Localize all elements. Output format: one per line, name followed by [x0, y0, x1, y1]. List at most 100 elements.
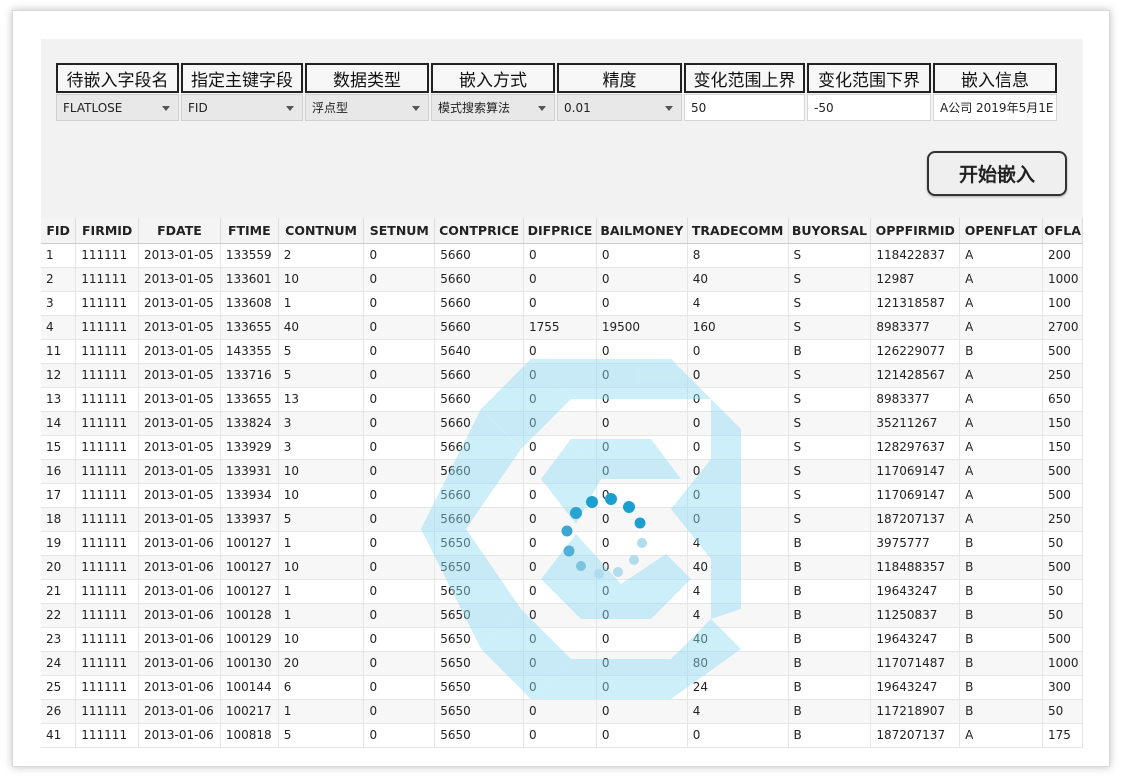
data-table-container[interactable]: FID FIRMID FDATE FTIME CONTNUM SETNUM CONTPRIC… — [41, 218, 1083, 757]
column-header-contprice[interactable]: CONTPRICE — [434, 218, 525, 244]
column-header-oppfirmid[interactable]: OPPFIRMID — [870, 218, 961, 244]
upper-bound-input[interactable]: 50 — [684, 94, 805, 121]
cell-contprice: 5650 — [434, 699, 525, 724]
cell-fid: 26 — [41, 699, 77, 724]
column-header-contnum[interactable]: CONTNUM — [278, 218, 365, 244]
cell-tradecomm: 4 — [687, 699, 789, 724]
table-row[interactable]: 15 111111 2013-01-05 133929 3 0 5660 0 0 0 S 128297… — [41, 435, 1083, 460]
cell-firmid: 111111 — [75, 699, 140, 724]
cell-fid: 12 — [41, 363, 77, 388]
dropdown-caret-icon — [286, 106, 294, 111]
cell-difprice: 0 — [523, 363, 597, 388]
table-row[interactable]: 20 111111 2013-01-06 100127 10 0 5650 0 0 40 B 1184… — [41, 555, 1083, 580]
table-row[interactable]: 11 111111 2013-01-05 143355 5 0 5640 0 0 0 B 126229… — [41, 339, 1083, 364]
data-type-select[interactable]: 浮点型 — [305, 94, 429, 121]
cell-contnum: 5 — [278, 363, 365, 388]
start-embed-button[interactable]: 开始嵌入 — [927, 151, 1067, 196]
cell-buyorsal: B — [788, 627, 872, 652]
table-body: 1 111111 2013-01-05 133559 2 0 5660 0 0 8 S 1184228… — [41, 243, 1083, 748]
cell-difprice: 0 — [523, 579, 597, 604]
cell-openflat: A — [959, 411, 1043, 436]
cell-tradecomm: 0 — [687, 435, 789, 460]
column-header-ofla[interactable]: OFLA — [1042, 218, 1083, 244]
table-row[interactable]: 41 111111 2013-01-06 100818 5 0 5650 0 0 0 B 187207… — [41, 723, 1083, 748]
column-header-fid[interactable]: FID — [41, 218, 77, 244]
cell-oppfirmid: 11250837 — [870, 603, 961, 628]
cell-firmid: 111111 — [75, 627, 140, 652]
table-row[interactable]: 18 111111 2013-01-05 133937 5 0 5660 0 0 0 S 187207… — [41, 507, 1083, 532]
precision-select[interactable]: 0.01 — [557, 94, 682, 121]
cell-contnum: 1 — [278, 699, 365, 724]
column-header-setnum[interactable]: SETNUM — [363, 218, 436, 244]
cell-contnum: 10 — [278, 459, 365, 484]
cell-fid: 14 — [41, 411, 77, 436]
cell-fid: 11 — [41, 339, 77, 364]
primary-key-select[interactable]: FID — [181, 94, 303, 121]
cell-contnum: 10 — [278, 483, 365, 508]
cell-difprice: 0 — [523, 411, 597, 436]
column-header-bailmoney[interactable]: BAILMONEY — [596, 218, 688, 244]
cell-ofla: 50 — [1042, 699, 1083, 724]
cell-setnum: 0 — [363, 339, 436, 364]
cell-ofla: 50 — [1042, 531, 1083, 556]
cell-bailmoney: 0 — [596, 291, 688, 316]
table-row[interactable]: 19 111111 2013-01-06 100127 1 0 5650 0 0 4 B 397577… — [41, 531, 1083, 556]
table-row[interactable]: 12 111111 2013-01-05 133716 5 0 5660 0 0 0 S 121428… — [41, 363, 1083, 388]
column-header-difprice[interactable]: DIFPRICE — [523, 218, 597, 244]
column-header-openflat[interactable]: OPENFLAT — [959, 218, 1043, 244]
header-lower-bound: 变化范围下界 — [807, 63, 931, 93]
column-header-tradecomm[interactable]: TRADECOMM — [687, 218, 789, 244]
cell-bailmoney: 0 — [596, 627, 688, 652]
cell-fid: 41 — [41, 723, 77, 748]
column-header-firmid[interactable]: FIRMID — [75, 218, 140, 244]
embed-method-select[interactable]: 模式搜索算法 — [431, 94, 555, 121]
embed-info-input[interactable]: A公司 2019年5月1E — [933, 94, 1057, 121]
cell-buyorsal: S — [788, 315, 872, 340]
table-row[interactable]: 26 111111 2013-01-06 100217 1 0 5650 0 0 4 B 117218… — [41, 699, 1083, 724]
cell-fid: 22 — [41, 603, 77, 628]
field-name-select[interactable]: FLATLOSE — [56, 94, 179, 121]
table-row[interactable]: 3 111111 2013-01-05 133608 1 0 5660 0 0 4 S 1213185… — [41, 291, 1083, 316]
cell-fdate: 2013-01-05 — [138, 243, 221, 268]
cell-fdate: 2013-01-06 — [138, 699, 221, 724]
cell-fid: 17 — [41, 483, 77, 508]
lower-bound-input[interactable]: -50 — [807, 94, 931, 121]
table-row[interactable]: 1 111111 2013-01-05 133559 2 0 5660 0 0 8 S 1184228… — [41, 243, 1083, 268]
table-row[interactable]: 21 111111 2013-01-06 100127 1 0 5650 0 0 4 B 196432… — [41, 579, 1083, 604]
cell-contprice: 5640 — [434, 339, 525, 364]
cell-difprice: 0 — [523, 675, 597, 700]
header-upper-bound: 变化范围上界 — [684, 63, 805, 93]
table-row[interactable]: 23 111111 2013-01-06 100129 10 0 5650 0 0 40 B 1964… — [41, 627, 1083, 652]
cell-contnum: 20 — [278, 651, 365, 676]
cell-openflat: B — [959, 579, 1043, 604]
cell-oppfirmid: 117069147 — [870, 483, 961, 508]
table-row[interactable]: 22 111111 2013-01-06 100128 1 0 5650 0 0 4 B 112508… — [41, 603, 1083, 628]
cell-ofla: 1000 — [1042, 651, 1083, 676]
table-row[interactable]: 4 111111 2013-01-05 133655 40 0 5660 1755 19500 1… — [41, 315, 1083, 340]
cell-openflat: B — [959, 603, 1043, 628]
column-header-ftime[interactable]: FTIME — [220, 218, 279, 244]
cell-setnum: 0 — [363, 555, 436, 580]
cell-ftime: 100128 — [220, 603, 279, 628]
table-row[interactable]: 17 111111 2013-01-05 133934 10 0 5660 0 0 0 S 11706… — [41, 483, 1083, 508]
cell-ftime: 133655 — [220, 315, 279, 340]
table-row[interactable]: 25 111111 2013-01-06 100144 6 0 5650 0 0 24 B 19643… — [41, 675, 1083, 700]
table-row[interactable]: 2 111111 2013-01-05 133601 10 0 5660 0 0 40 S 12987… — [41, 267, 1083, 292]
cell-bailmoney: 0 — [596, 555, 688, 580]
column-header-fdate[interactable]: FDATE — [138, 218, 221, 244]
cell-contnum: 5 — [278, 723, 365, 748]
cell-difprice: 1755 — [523, 315, 597, 340]
cell-difprice: 0 — [523, 339, 597, 364]
table-row[interactable]: 16 111111 2013-01-05 133931 10 0 5660 0 0 0 S 11706… — [41, 459, 1083, 484]
column-header-buyorsal[interactable]: BUYORSAL — [788, 218, 872, 244]
cell-bailmoney: 19500 — [596, 315, 688, 340]
table-row[interactable]: 14 111111 2013-01-05 133824 3 0 5660 0 0 0 S 352112… — [41, 411, 1083, 436]
cell-fid: 23 — [41, 627, 77, 652]
cell-ofla: 1000 — [1042, 267, 1083, 292]
cell-contnum: 3 — [278, 435, 365, 460]
cell-openflat: B — [959, 555, 1043, 580]
table-row[interactable]: 24 111111 2013-01-06 100130 20 0 5650 0 0 80 B 1170… — [41, 651, 1083, 676]
cell-oppfirmid: 121428567 — [870, 363, 961, 388]
table-row[interactable]: 13 111111 2013-01-05 133655 13 0 5660 0 0 0 S 89833… — [41, 387, 1083, 412]
cell-firmid: 111111 — [75, 243, 140, 268]
